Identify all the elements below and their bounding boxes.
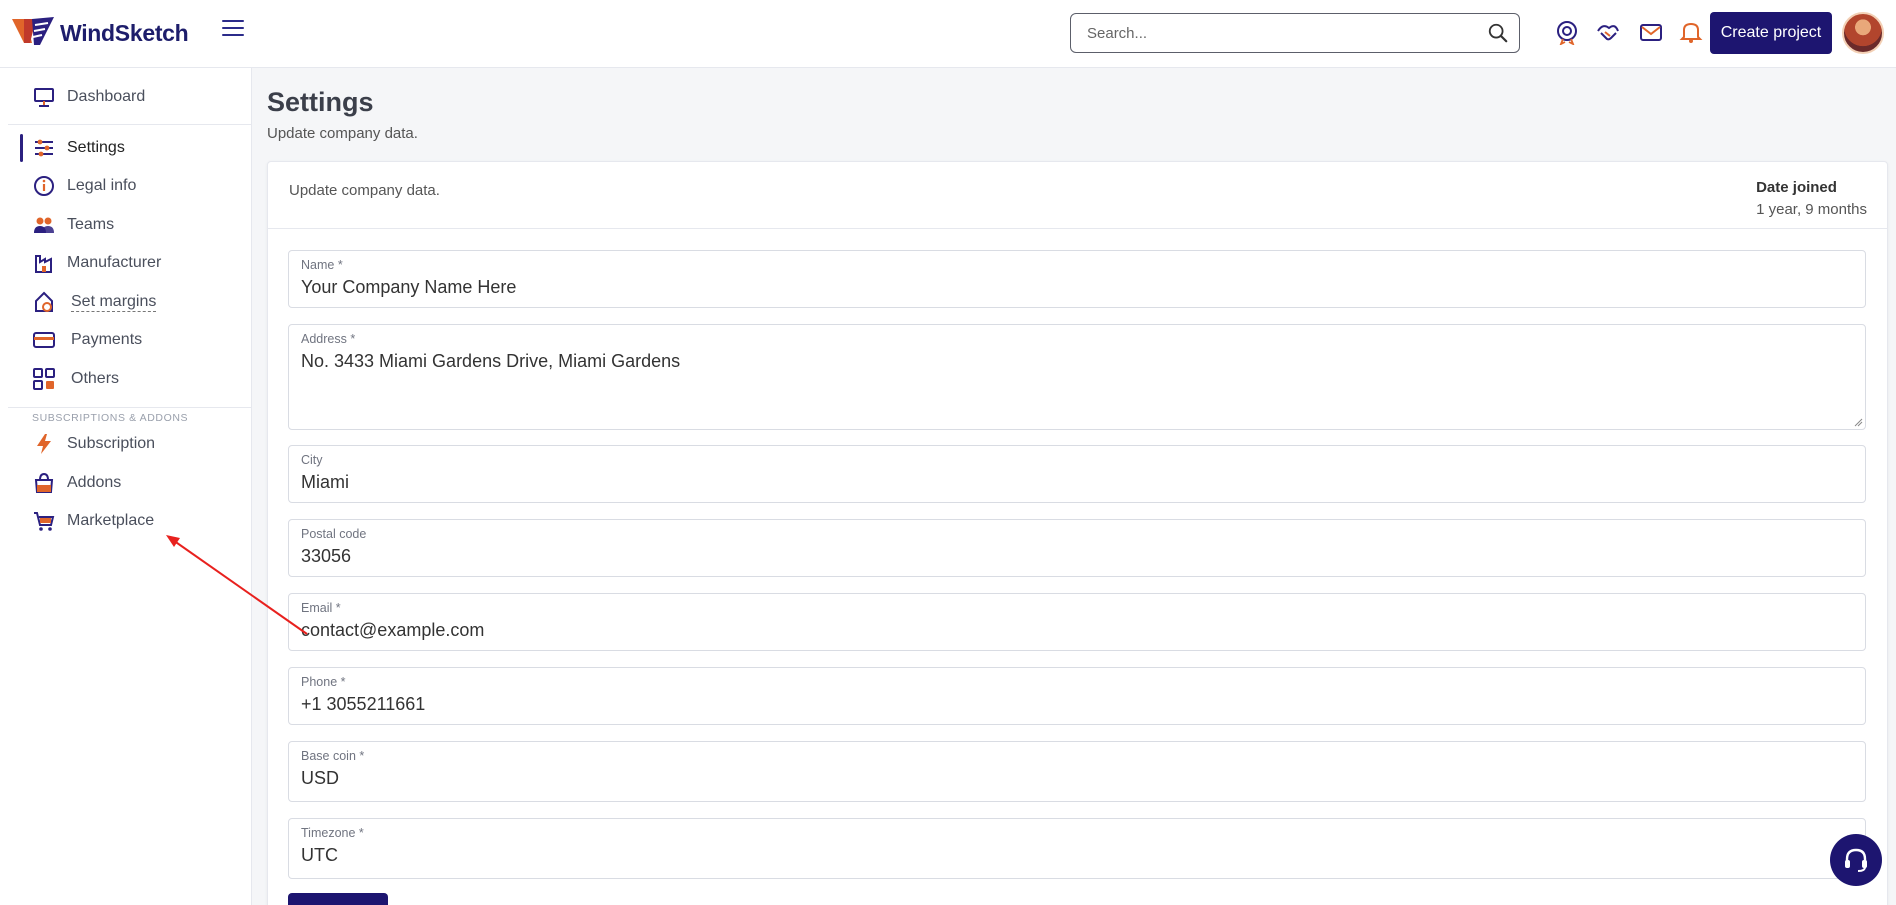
monitor-icon [34, 88, 54, 107]
base-coin-field: Base coin * [288, 741, 1866, 802]
sidebar-item-addons[interactable]: Addons [0, 465, 252, 501]
name-label: Name * [301, 258, 343, 272]
handshake-icon[interactable] [1595, 19, 1621, 45]
sidebar-item-set-margins[interactable]: Set margins [0, 284, 252, 320]
sidebar-item-teams[interactable]: Teams [0, 207, 252, 243]
brand-name: WindSketch [60, 19, 189, 46]
sidebar-item-label: Marketplace [67, 512, 155, 529]
name-input[interactable] [301, 275, 1851, 299]
sidebar-item-dashboard[interactable]: Dashboard [0, 79, 252, 115]
sidebar-item-label: Set margins [71, 292, 157, 312]
card-header: Update company data. Date joined 1 year,… [268, 162, 1887, 229]
search-input[interactable] [1071, 14, 1471, 52]
addon-bag-icon [34, 472, 54, 493]
email-field: Email * [288, 593, 1866, 651]
sidebar-item-label: Legal info [67, 177, 137, 194]
cart-icon [34, 512, 55, 531]
sidebar-item-manufacturer[interactable]: Manufacturer [0, 245, 252, 281]
phone-input[interactable] [301, 692, 1851, 716]
mail-icon[interactable] [1638, 19, 1664, 45]
sidebar-item-label: Subscription [67, 435, 156, 452]
base-coin-label: Base coin * [301, 749, 365, 763]
card-description: Update company data. [289, 182, 440, 199]
sidebar-section-title: SUBSCRIPTIONS & ADDONS [32, 412, 189, 424]
company-settings-card: Update company data. Date joined 1 year,… [267, 161, 1888, 905]
sidebar-item-label: Settings [67, 139, 125, 156]
sidebar-divider [8, 124, 252, 125]
create-project-button[interactable]: Create project [1710, 12, 1832, 54]
margin-tag-icon [35, 291, 53, 312]
postal-code-label: Postal code [301, 527, 367, 541]
avatar[interactable] [1842, 12, 1884, 54]
page-title: Settings [267, 87, 374, 117]
sidebar-item-others[interactable]: Others [0, 361, 252, 397]
email-input[interactable] [301, 618, 1851, 642]
search-icon[interactable] [1487, 22, 1509, 44]
base-coin-input[interactable] [301, 766, 1851, 790]
top-bar: WindSketch Create project [0, 0, 1896, 68]
save-button[interactable] [288, 893, 388, 905]
timezone-field: Timezone * [288, 818, 1866, 879]
support-chat-button[interactable] [1830, 834, 1882, 886]
sidebar: Dashboard Settings Legal info Teams Manu… [0, 68, 252, 905]
postal-code-input[interactable] [301, 544, 1851, 568]
team-icon [34, 217, 54, 233]
address-field: Address * No. 3433 Miami Gardens Drive, … [288, 324, 1866, 430]
sliders-icon [35, 139, 53, 157]
phone-label: Phone * [301, 675, 346, 689]
windsketch-logo-icon [12, 17, 54, 45]
sidebar-item-subscription[interactable]: Subscription [0, 426, 252, 462]
postal-code-field: Postal code [288, 519, 1866, 577]
name-field: Name * [288, 250, 1866, 308]
timezone-input[interactable] [301, 843, 1851, 867]
phone-field: Phone * [288, 667, 1866, 725]
address-textarea[interactable]: No. 3433 Miami Gardens Drive, Miami Gard… [301, 351, 1851, 423]
menu-toggle-icon[interactable] [222, 20, 244, 40]
bolt-icon [37, 434, 51, 454]
resize-grip-icon[interactable] [1853, 417, 1863, 427]
sidebar-item-label: Manufacturer [67, 254, 162, 271]
info-icon [34, 176, 54, 196]
sidebar-item-label: Payments [71, 331, 143, 348]
grid-icon [33, 368, 55, 390]
date-joined-value: 1 year, 9 months [1756, 201, 1867, 218]
address-label: Address * [301, 332, 356, 346]
date-joined: Date joined 1 year, 9 months [1756, 179, 1867, 218]
city-field: City [288, 445, 1866, 503]
timezone-label: Timezone * [301, 826, 364, 840]
card-icon [33, 332, 55, 348]
sidebar-item-legal-info[interactable]: Legal info [0, 168, 252, 204]
factory-icon [35, 255, 52, 273]
city-input[interactable] [301, 470, 1851, 494]
bell-icon[interactable] [1678, 19, 1704, 45]
sidebar-item-label: Addons [67, 474, 122, 491]
sidebar-item-marketplace[interactable]: Marketplace [0, 503, 252, 539]
sidebar-item-payments[interactable]: Payments [0, 322, 252, 358]
city-label: City [301, 453, 323, 467]
sidebar-item-label: Dashboard [67, 88, 146, 105]
sidebar-divider [8, 407, 252, 408]
sidebar-item-label: Teams [67, 216, 115, 233]
headset-icon [1845, 848, 1867, 872]
date-joined-label: Date joined [1756, 179, 1837, 196]
settings-badge-icon[interactable] [1554, 19, 1580, 45]
search-box [1070, 13, 1520, 53]
sidebar-item-label: Others [71, 370, 120, 387]
page-subtitle: Update company data. [267, 125, 418, 142]
email-label: Email * [301, 601, 341, 615]
sidebar-item-settings[interactable]: Settings [0, 130, 252, 166]
brand-logo[interactable]: WindSketch [10, 15, 189, 51]
